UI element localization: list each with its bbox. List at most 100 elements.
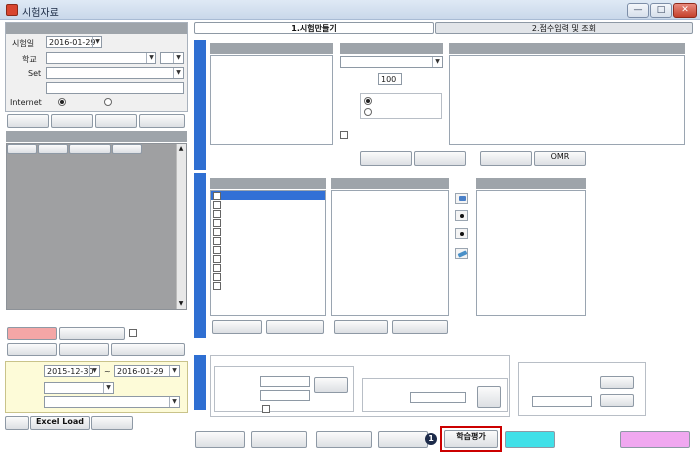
current-password-field[interactable] — [410, 392, 466, 403]
list-col-unit[interactable] — [112, 144, 142, 154]
scroll-down-icon[interactable]: ▼ — [176, 299, 186, 309]
top-col1-list[interactable] — [210, 55, 333, 145]
close-button[interactable]: ✕ — [673, 3, 697, 18]
school-dropdown-icon[interactable]: ▼ — [146, 53, 156, 63]
omr-check[interactable] — [340, 131, 348, 139]
score-button-1[interactable] — [600, 376, 634, 389]
footer-button-1[interactable] — [195, 431, 245, 448]
footer-cyan-button[interactable] — [505, 431, 555, 448]
eraser-icon[interactable] — [455, 248, 468, 259]
school-label: 학교 — [22, 55, 37, 64]
mid-item-check-10[interactable] — [213, 273, 221, 281]
password-check[interactable] — [262, 405, 270, 413]
top-button-2[interactable] — [414, 151, 466, 166]
school2-dropdown-icon[interactable]: ▼ — [169, 397, 179, 407]
bottom-vertical-tab[interactable] — [194, 355, 206, 410]
mid-left-button-1[interactable] — [212, 320, 262, 334]
internet-radio-2[interactable] — [104, 98, 112, 106]
window-title: 시험자료 — [22, 8, 59, 19]
footer-button-2[interactable] — [251, 431, 307, 448]
left-bottom-button-1[interactable] — [7, 343, 57, 356]
footer-tab-1[interactable] — [5, 416, 29, 430]
list-col-date[interactable] — [7, 144, 37, 154]
left-check[interactable] — [129, 329, 137, 337]
school2-select[interactable] — [44, 396, 180, 408]
set-select[interactable] — [46, 67, 184, 79]
set-dropdown-icon[interactable]: ▼ — [173, 68, 183, 78]
down-arrow-icon[interactable] — [455, 228, 468, 239]
mid-item-check-2[interactable] — [213, 201, 221, 209]
password-confirm-button[interactable] — [314, 377, 348, 393]
mid-item-check-3[interactable] — [213, 210, 221, 218]
date-dropdown-icon[interactable]: ▼ — [92, 37, 102, 47]
top-col3-list[interactable] — [449, 55, 685, 145]
internet-radio-1[interactable] — [58, 98, 66, 106]
mid-item-check-1[interactable] — [213, 192, 221, 200]
mid-item-check-11[interactable] — [213, 282, 221, 290]
period-end-dropdown-icon[interactable]: ▼ — [169, 366, 179, 376]
left-omr-button[interactable] — [59, 327, 125, 340]
list-col-school[interactable] — [38, 144, 68, 154]
maximize-button[interactable]: □ — [650, 3, 672, 18]
footer-button-3[interactable] — [316, 431, 372, 448]
type-radio-1[interactable] — [364, 97, 372, 105]
top-vertical-tab[interactable] — [194, 40, 206, 170]
footer-magenta-button[interactable] — [620, 431, 690, 448]
points-field[interactable]: 100 — [378, 73, 402, 85]
up-arrow-icon[interactable] — [455, 210, 468, 221]
mid-item-check-9[interactable] — [213, 264, 221, 272]
period-start-dropdown-icon[interactable]: ▼ — [89, 366, 99, 376]
top-col3-header — [449, 43, 685, 54]
exam-list-scrollbar[interactable] — [176, 144, 186, 309]
score-button-2[interactable] — [600, 394, 634, 407]
top-button-1[interactable] — [360, 151, 412, 166]
score-convert-group — [518, 362, 646, 416]
internet-label: Internet — [10, 98, 42, 107]
type-radio-2[interactable] — [364, 108, 372, 116]
list-col-set[interactable] — [69, 144, 111, 154]
mid-right-button-2[interactable] — [392, 320, 448, 334]
school-sub-dropdown-icon[interactable]: ▼ — [173, 53, 183, 63]
top-col2-header — [340, 43, 443, 54]
left-button-4[interactable] — [139, 114, 185, 128]
tab-score-entry[interactable]: 2.점수입력 및 조회 — [435, 22, 693, 34]
mid-item-check-4[interactable] — [213, 219, 221, 227]
type-group — [360, 93, 442, 119]
exam-list[interactable] — [6, 143, 187, 310]
date-label: 시험일 — [12, 39, 35, 48]
left-button-1[interactable] — [7, 114, 49, 128]
set2-dropdown-icon[interactable]: ▼ — [103, 383, 113, 393]
mid-left-button-2[interactable] — [266, 320, 324, 334]
mid-vertical-tab[interactable] — [194, 173, 206, 338]
top-col2-select[interactable] — [340, 56, 443, 68]
left-pink-button[interactable] — [7, 327, 57, 340]
current-password-button[interactable] — [477, 386, 501, 408]
top-omr-button[interactable]: OMR — [534, 151, 586, 166]
tab-make-exam[interactable]: 1.시험만들기 — [194, 22, 434, 34]
footer-tab-excel-load[interactable]: Excel Load — [30, 416, 90, 430]
left-bottom-button-2[interactable] — [59, 343, 109, 356]
top-col2-dropdown-icon[interactable]: ▼ — [432, 57, 442, 67]
learning-eval-button[interactable]: 학습평가 — [444, 430, 498, 448]
mid-item-check-8[interactable] — [213, 255, 221, 263]
mid-item-check-6[interactable] — [213, 237, 221, 245]
mid-col3-list[interactable] — [476, 190, 586, 316]
small-unit-field[interactable] — [46, 82, 184, 94]
minimize-button[interactable]: — — [627, 3, 649, 18]
mid-item-check-7[interactable] — [213, 246, 221, 254]
mid-right-button-1[interactable] — [334, 320, 388, 334]
left-button-2[interactable] — [51, 114, 93, 128]
footer-tab-3[interactable] — [91, 416, 133, 430]
password-field-2[interactable] — [260, 390, 310, 401]
left-bottom-button-3[interactable] — [111, 343, 185, 356]
footer-button-4[interactable] — [378, 431, 428, 448]
scroll-up-icon[interactable]: ▲ — [176, 144, 186, 154]
school-select[interactable] — [46, 52, 156, 64]
left-button-3[interactable] — [95, 114, 137, 128]
score-convert-field[interactable] — [532, 396, 592, 407]
top-button-3[interactable] — [480, 151, 532, 166]
mid-item-check-5[interactable] — [213, 228, 221, 236]
copy-icon[interactable] — [455, 193, 468, 204]
mid-col2-list[interactable] — [331, 190, 449, 316]
password-field-1[interactable] — [260, 376, 310, 387]
